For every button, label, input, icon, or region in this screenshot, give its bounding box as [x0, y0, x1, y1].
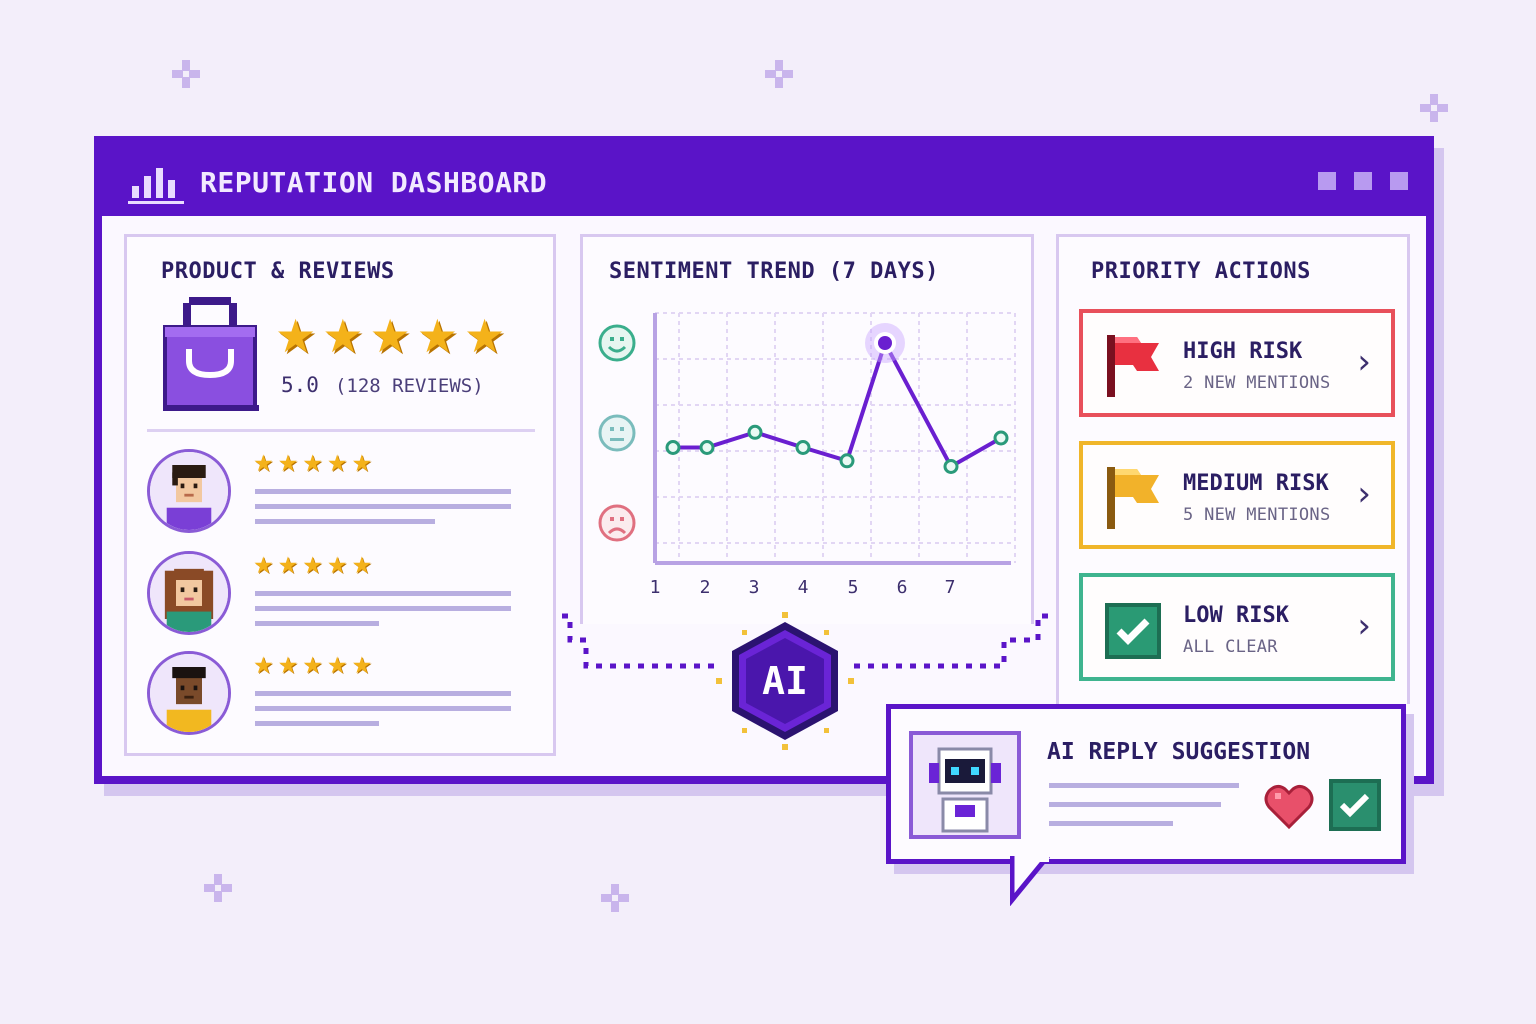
ai-badge: AI: [716, 612, 854, 750]
sparkle-decoration: [172, 60, 200, 88]
chevron-right-icon: ›: [1357, 342, 1371, 382]
star-icon: ★: [326, 451, 348, 477]
divider: [147, 429, 535, 432]
data-point: [747, 424, 763, 440]
x-tick-label: 4: [798, 577, 809, 598]
review-text-placeholder: [255, 691, 511, 736]
avatar-man-icon: [147, 651, 231, 735]
review-item[interactable]: ★ ★ ★ ★ ★: [147, 551, 537, 641]
review-item[interactable]: ★ ★ ★ ★ ★: [147, 449, 537, 539]
star-icon: ★: [369, 309, 411, 363]
chevron-right-icon: ›: [1357, 606, 1371, 646]
x-tick-label: 5: [848, 577, 859, 598]
star-icon: ★: [351, 653, 373, 679]
product-reviews-panel: PRODUCT & REVIEWS ★ ★ ★ ★ ★ 5.0 (128 REVI…: [124, 234, 556, 756]
star-icon: ★: [277, 553, 299, 579]
rating-summary: 5.0 (128 REVIEWS): [281, 373, 484, 397]
panel-title: PRODUCT & REVIEWS: [161, 259, 395, 284]
maximize-button[interactable]: [1354, 172, 1372, 190]
star-icon: ★: [326, 653, 348, 679]
speech-bubble-tail: [1010, 856, 1050, 906]
chevron-right-icon: ›: [1357, 474, 1371, 514]
star-icon: ★: [275, 309, 317, 363]
data-point: [795, 440, 811, 455]
star-icon: ★: [253, 451, 274, 477]
action-subtitle: 2 NEW MENTIONS: [1183, 373, 1331, 393]
x-tick-label: 6: [897, 577, 908, 598]
data-point: [665, 440, 681, 455]
peak-point: [878, 336, 892, 350]
x-tick-label: 7: [945, 577, 956, 598]
action-subtitle: ALL CLEAR: [1183, 637, 1278, 657]
checkmark-icon: [1339, 793, 1370, 818]
data-point: [699, 440, 715, 455]
minimize-button[interactable]: [1318, 172, 1336, 190]
star-icon: ★: [416, 309, 458, 363]
star-icon: ★: [253, 653, 274, 679]
low-risk-card[interactable]: LOW RISK ALL CLEAR ›: [1079, 573, 1395, 681]
star-icon: ★: [351, 451, 373, 477]
star-icon: ★: [302, 451, 323, 477]
panel-title: PRIORITY ACTIONS: [1091, 259, 1311, 284]
window-controls: [1318, 172, 1408, 190]
sparkle-decoration: [601, 884, 629, 912]
approve-checkmark-button[interactable]: [1329, 779, 1381, 831]
star-icon: ★: [326, 553, 348, 579]
sparkle-decoration: [1420, 94, 1448, 122]
action-title: LOW RISK: [1183, 603, 1289, 628]
medium-risk-card[interactable]: MEDIUM RISK 5 NEW MENTIONS ›: [1079, 441, 1395, 549]
shopping-bag-icon: [163, 297, 259, 411]
ai-reply-suggestion-card: AI REPLY SUGGESTION: [886, 704, 1406, 864]
ai-reply-title: AI REPLY SUGGESTION: [1047, 739, 1311, 765]
rating-value: 5.0: [281, 373, 319, 397]
title-bar: REPUTATION DASHBOARD: [102, 144, 1426, 216]
avatar-woman-icon: [147, 551, 231, 635]
star-icon: ★: [302, 653, 323, 679]
product-rating-stars: ★ ★ ★ ★ ★: [275, 313, 505, 359]
data-point: [993, 430, 1009, 446]
review-item[interactable]: ★ ★ ★ ★ ★: [147, 651, 537, 741]
star-icon: ★: [322, 309, 364, 363]
action-title: MEDIUM RISK: [1183, 471, 1329, 496]
star-icon: ★: [277, 653, 299, 679]
robot-icon: [909, 731, 1021, 839]
priority-actions-panel: PRIORITY ACTIONS HIGH RISK 2 NEW MENTION…: [1056, 234, 1410, 704]
x-tick-label: 1: [650, 577, 661, 598]
connector-line: [854, 613, 1048, 669]
sparkle-decoration: [765, 60, 793, 88]
review-stars: ★ ★ ★ ★ ★: [253, 555, 372, 578]
data-point: [839, 453, 855, 469]
star-icon: ★: [302, 553, 323, 579]
review-count: (128 REVIEWS): [334, 375, 484, 397]
close-button[interactable]: [1390, 172, 1408, 190]
avatar-man-icon: [147, 449, 231, 533]
star-icon: ★: [253, 553, 274, 579]
checkmark-icon: [1105, 603, 1161, 659]
star-icon: ★: [277, 451, 299, 477]
review-text-placeholder: [255, 489, 511, 534]
sparkle-decoration: [204, 874, 232, 902]
window-title: REPUTATION DASHBOARD: [200, 166, 548, 199]
review-text-placeholder: [255, 591, 511, 636]
x-tick-label: 2: [700, 577, 711, 598]
suggested-reply-text-placeholder: [1049, 783, 1239, 840]
review-stars: ★ ★ ★ ★ ★: [253, 453, 372, 476]
review-stars: ★ ★ ★ ★ ★: [253, 655, 372, 678]
sentiment-line-chart: 1 2 3 4 5 6 7: [650, 312, 1016, 598]
data-point: [943, 459, 959, 474]
star-icon: ★: [464, 309, 506, 363]
red-flag-icon: [1107, 335, 1159, 397]
x-tick-label: 3: [749, 577, 760, 598]
action-title: HIGH RISK: [1183, 339, 1303, 364]
sentiment-trend-panel: SENTIMENT TREND (7 DAYS) 1234567: [580, 234, 1034, 624]
connector-line: [562, 613, 716, 669]
heart-icon[interactable]: [1263, 783, 1315, 831]
bar-chart-icon: [128, 164, 184, 204]
high-risk-card[interactable]: HIGH RISK 2 NEW MENTIONS ›: [1079, 309, 1395, 417]
star-icon: ★: [351, 553, 373, 579]
yellow-flag-icon: [1107, 467, 1159, 529]
ai-badge-label: AI: [762, 659, 808, 703]
action-subtitle: 5 NEW MENTIONS: [1183, 505, 1331, 525]
